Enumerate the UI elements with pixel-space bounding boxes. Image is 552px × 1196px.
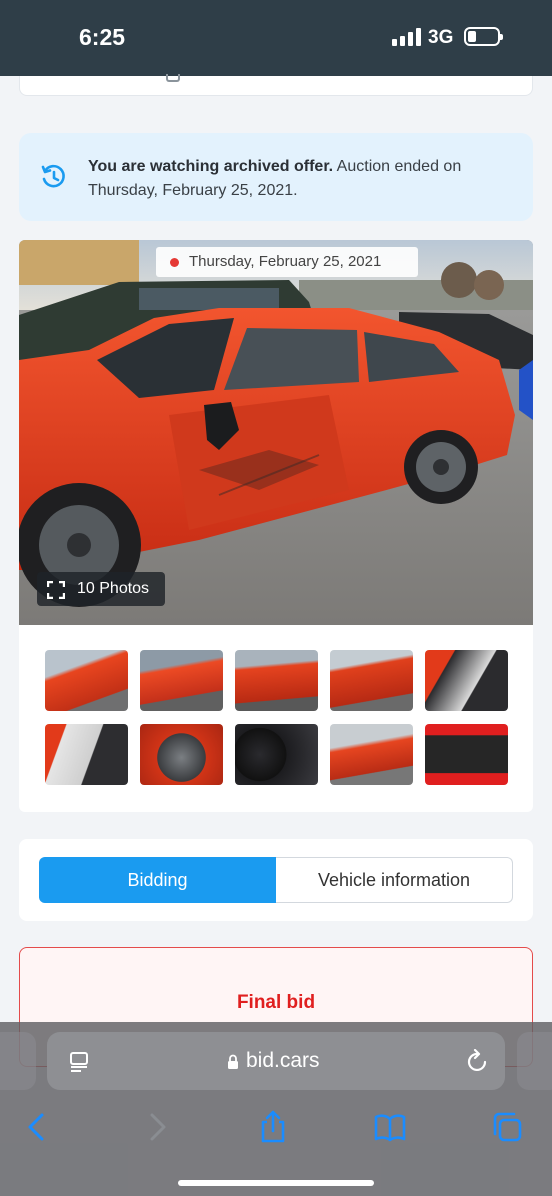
thumbnail-1[interactable] (45, 650, 128, 711)
tab-vehicle-information[interactable]: Vehicle information (276, 857, 513, 903)
previous-card (19, 74, 533, 96)
tabs-card: Bidding Vehicle information (19, 839, 533, 921)
url-text: bid.cars (246, 1049, 320, 1072)
address-bar[interactable]: bid.cars (47, 1032, 505, 1090)
tab-bidding[interactable]: Bidding (39, 857, 276, 903)
archived-offer-banner: You are watching archived offer. Auction… (19, 133, 533, 221)
fullscreen-icon (47, 581, 65, 599)
final-bid-label: Final bid (236, 992, 316, 1013)
photos-count-label: 10 Photos (77, 580, 150, 597)
status-bar: 6:25 3G (0, 0, 552, 76)
phone-icon (166, 74, 180, 82)
archived-offer-strong: You are watching archived offer. (88, 158, 334, 175)
photo-gallery: Thursday, February 25, 2021 10 Photos (19, 240, 533, 812)
auction-date-badge: Thursday, February 25, 2021 (156, 247, 418, 277)
thumbnail-9[interactable] (330, 724, 413, 785)
forward-icon[interactable] (140, 1110, 174, 1144)
thumbnail-10[interactable] (425, 724, 508, 785)
thumbnail-5[interactable] (425, 650, 508, 711)
previous-tab-peek[interactable] (0, 1032, 36, 1090)
browser-toolbar: bid.cars (0, 1022, 552, 1196)
archived-offer-text: You are watching archived offer. Auction… (88, 155, 518, 203)
status-dot (170, 258, 179, 267)
tabs-icon[interactable] (490, 1110, 524, 1144)
car-photo-illustration (19, 240, 533, 625)
reader-icon[interactable] (69, 1052, 89, 1072)
thumbnail-3[interactable] (235, 650, 318, 711)
next-tab-peek[interactable] (517, 1032, 552, 1090)
battery-icon (464, 27, 503, 46)
lock-icon (228, 1054, 238, 1069)
bookmarks-icon[interactable] (373, 1110, 407, 1144)
reload-icon[interactable] (467, 1049, 489, 1073)
auction-date-text: Thursday, February 25, 2021 (189, 253, 382, 270)
thumbnail-2[interactable] (140, 650, 223, 711)
network-type: 3G (428, 27, 454, 48)
thumbnail-7[interactable] (140, 724, 223, 785)
status-time: 6:25 (79, 24, 126, 50)
share-icon[interactable] (256, 1110, 290, 1144)
main-car-photo[interactable]: Thursday, February 25, 2021 10 Photos (19, 240, 533, 625)
thumbnail-8[interactable] (235, 724, 318, 785)
view-photos-button[interactable]: 10 Photos (37, 572, 165, 606)
thumbnail-4[interactable] (330, 650, 413, 711)
history-icon (41, 164, 65, 188)
thumbnail-6[interactable] (45, 724, 128, 785)
back-icon[interactable] (20, 1110, 54, 1144)
home-indicator (178, 1180, 374, 1186)
signal-icon (392, 28, 422, 46)
